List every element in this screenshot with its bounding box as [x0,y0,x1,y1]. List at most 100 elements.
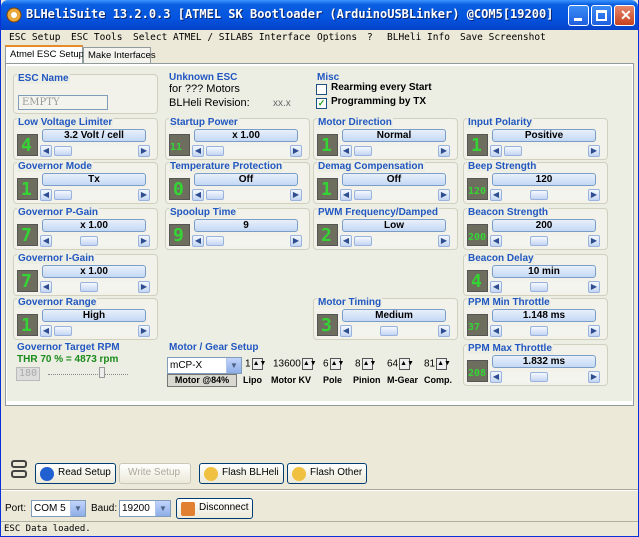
beep-scrollbar[interactable]: ◀ ▶ [490,189,600,201]
scroll-thumb[interactable] [354,236,372,246]
governor-target-slider[interactable] [48,373,128,375]
chevron-right-icon[interactable]: ▶ [138,145,150,157]
scroll-thumb[interactable] [54,190,72,200]
chevron-right-icon[interactable]: ▶ [138,325,150,337]
chevron-right-icon[interactable]: ▶ [588,281,600,293]
chevron-right-icon[interactable]: ▶ [438,189,450,201]
scroll-thumb[interactable] [206,236,224,246]
scroll-thumb[interactable] [530,282,548,292]
chevron-left-icon[interactable]: ◀ [40,325,52,337]
lipo-spinner[interactable]: ▲▼ [251,358,266,370]
baud-select[interactable]: 19200 ▼ [119,500,171,517]
scroll-thumb[interactable] [530,190,548,200]
title-bar[interactable]: BLHeliSuite 13.2.0.3 [ATMEL SK Bootloade… [1,0,638,30]
chevron-right-icon[interactable]: ▶ [138,281,150,293]
minimize-button[interactable] [568,5,589,26]
chevron-left-icon[interactable]: ◀ [490,235,502,247]
pwm-scrollbar[interactable]: ◀ ▶ [340,235,450,247]
scroll-thumb[interactable] [54,146,72,156]
beacon-strength-scrollbar[interactable]: ◀ ▶ [490,235,600,247]
chevron-left-icon[interactable]: ◀ [40,281,52,293]
chevron-right-icon[interactable]: ▶ [438,325,450,337]
beacon-delay-scrollbar[interactable]: ◀ ▶ [490,281,600,293]
scroll-thumb[interactable] [54,326,72,336]
chevron-right-icon[interactable]: ▶ [588,371,600,383]
close-button[interactable]: ✕ [614,5,635,26]
demag-scrollbar[interactable]: ◀ ▶ [340,189,450,201]
chevron-right-icon[interactable]: ▶ [438,235,450,247]
chevron-left-icon[interactable]: ◀ [40,235,52,247]
menu-select-interface[interactable]: Select ATMEL / SILABS Interface [133,32,310,43]
read-setup-button[interactable]: Read Setup [35,463,116,484]
esc-name-field[interactable]: EMPTY [18,95,108,110]
menu-options[interactable]: Options [317,32,357,43]
menu-save-screenshot[interactable]: Save Screenshot [460,32,546,43]
scroll-thumb[interactable] [206,190,224,200]
scroll-thumb[interactable] [80,236,98,246]
flash-blheli-button[interactable]: Flash BLHeli [199,463,284,484]
governor-target-slider-thumb[interactable] [99,367,105,378]
chevron-right-icon[interactable]: ▶ [588,235,600,247]
ppm-max-scrollbar[interactable]: ◀ ▶ [490,371,600,383]
governor-mode-scrollbar[interactable]: ◀ ▶ [40,189,150,201]
gov-range-scrollbar[interactable]: ◀ ▶ [40,325,150,337]
low-voltage-scrollbar[interactable]: ◀ ▶ [40,145,150,157]
scroll-thumb[interactable] [530,326,548,336]
gov-p-scrollbar[interactable]: ◀ ▶ [40,235,150,247]
chevron-left-icon[interactable]: ◀ [490,371,502,383]
mgear-spinner[interactable]: ▲▼ [399,358,414,370]
chevron-right-icon[interactable]: ▶ [290,189,302,201]
spoolup-scrollbar[interactable]: ◀ ▶ [192,235,302,247]
scroll-thumb[interactable] [530,236,548,246]
flash-other-button[interactable]: Flash Other [287,463,368,484]
chevron-left-icon[interactable]: ◀ [340,325,352,337]
gov-i-scrollbar[interactable]: ◀ ▶ [40,281,150,293]
programming-by-tx-checkbox[interactable]: ✓ [316,98,327,109]
scroll-thumb[interactable] [380,326,398,336]
chevron-left-icon[interactable]: ◀ [490,281,502,293]
tab-atmel-esc-setup[interactable]: Atmel ESC Setup [5,45,84,64]
scroll-thumb[interactable] [206,146,224,156]
chevron-right-icon[interactable]: ▶ [438,145,450,157]
ppm-min-scrollbar[interactable]: ◀ ▶ [490,325,600,337]
chevron-left-icon[interactable]: ◀ [340,189,352,201]
menu-esc-tools[interactable]: ESC Tools [71,32,122,43]
pole-spinner[interactable]: ▲▼ [329,358,344,370]
chevron-left-icon[interactable]: ◀ [340,145,352,157]
motor-model-select[interactable]: mCP-X ▼ [167,357,242,374]
chevron-right-icon[interactable]: ▶ [588,145,600,157]
menu-esc-setup[interactable]: ESC Setup [9,32,60,43]
chevron-left-icon[interactable]: ◀ [192,235,204,247]
chevron-right-icon[interactable]: ▶ [588,325,600,337]
chevron-left-icon[interactable]: ◀ [192,189,204,201]
layout-toggle-icon[interactable] [11,460,27,480]
kv-spinner[interactable]: ▲▼ [301,358,317,370]
scroll-thumb[interactable] [530,372,548,382]
pinion-spinner[interactable]: ▲▼ [361,358,376,370]
tab-make-interfaces[interactable]: Make Interfaces [83,47,156,63]
write-setup-button[interactable]: Write Setup [119,463,191,484]
startup-power-scrollbar[interactable]: ◀ ▶ [192,145,302,157]
scroll-thumb[interactable] [354,146,372,156]
maximize-button[interactable] [591,5,612,26]
rearming-checkbox[interactable] [316,84,327,95]
chevron-right-icon[interactable]: ▶ [588,189,600,201]
disconnect-button[interactable]: Disconnect [176,498,254,519]
port-select[interactable]: COM 5 ▼ [31,500,86,517]
chevron-left-icon[interactable]: ◀ [340,235,352,247]
scroll-thumb[interactable] [354,190,372,200]
chevron-left-icon[interactable]: ◀ [40,189,52,201]
scroll-thumb[interactable] [80,282,98,292]
chevron-left-icon[interactable]: ◀ [490,189,502,201]
chevron-left-icon[interactable]: ◀ [490,325,502,337]
chevron-right-icon[interactable]: ▶ [138,189,150,201]
scroll-thumb[interactable] [504,146,522,156]
input-polarity-scrollbar[interactable]: ◀ ▶ [490,145,600,157]
menu-help[interactable]: ? [367,32,373,43]
chevron-left-icon[interactable]: ◀ [40,145,52,157]
chevron-left-icon[interactable]: ◀ [192,145,204,157]
chevron-right-icon[interactable]: ▶ [290,145,302,157]
chevron-right-icon[interactable]: ▶ [138,235,150,247]
temp-protection-scrollbar[interactable]: ◀ ▶ [192,189,302,201]
menu-blheli-info[interactable]: BLHeli Info [387,32,450,43]
